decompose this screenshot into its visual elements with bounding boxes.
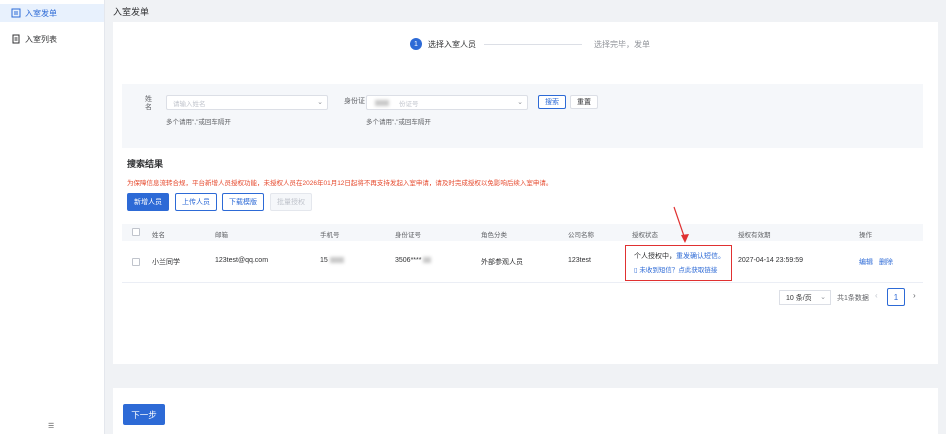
- resend-sms-link[interactable]: 重发确认短信。: [676, 253, 725, 260]
- page-title: 入室发单: [113, 7, 150, 17]
- warning-text: 为保障信息流转合规，平台新增人员授权功能，未授权人员在2026年01月12日起将…: [127, 180, 553, 187]
- chevron-down-icon: ⌄: [820, 294, 826, 301]
- step-1-label: 选择入室人员: [428, 39, 476, 49]
- row-divider: [122, 282, 923, 283]
- cell-email: 123test@qq.com: [215, 257, 269, 264]
- sidebar: 入室发单 入室列表 ☰: [0, 0, 105, 434]
- cell-name: 小兰同学: [152, 259, 180, 266]
- column-header-email: 邮箱: [215, 232, 228, 239]
- download-template-button[interactable]: 下载模版: [222, 193, 264, 211]
- step-1-number: 1: [410, 38, 422, 50]
- column-header-role: 角色分类: [481, 232, 507, 239]
- step-2-label: 选择完毕，发单: [594, 39, 650, 49]
- name-hint: 多个请用","或回车隔开: [166, 119, 231, 126]
- list-icon: [10, 34, 21, 45]
- column-header-phone: 手机号: [320, 232, 340, 239]
- prev-page-icon[interactable]: ‹: [875, 291, 878, 300]
- search-panel: [122, 84, 923, 148]
- name-input[interactable]: 请输入姓名 ⌄: [166, 95, 328, 110]
- row-checkbox[interactable]: [132, 258, 140, 266]
- add-person-button[interactable]: 新增人员: [127, 193, 169, 211]
- edit-link[interactable]: 编辑: [859, 257, 873, 267]
- annotation-arrow-icon: [673, 206, 689, 243]
- copy-icon: ▯: [634, 267, 638, 274]
- delete-link[interactable]: 删除: [879, 257, 893, 267]
- step-indicator: 1 选择入室人员 选择完毕，发单: [410, 38, 650, 50]
- column-header-auth-status: 授权状态: [632, 232, 658, 239]
- id-input[interactable]: 份证号 ⌄: [366, 95, 528, 110]
- column-header-id: 身份证号: [395, 232, 421, 239]
- total-count: 共1条数据: [837, 295, 869, 302]
- sidebar-item-label: 入室发单: [25, 8, 57, 18]
- page-number-button[interactable]: 1: [887, 288, 905, 306]
- auth-status-text: 个人授权中，: [634, 253, 676, 260]
- chevron-down-icon: ⌄: [517, 99, 523, 106]
- cell-role: 外部参观人员: [481, 259, 523, 266]
- step-divider: [484, 43, 582, 45]
- get-link-line[interactable]: ▯ 未收到短信？点此获取链接: [634, 264, 717, 274]
- blurred-text: [375, 99, 389, 106]
- home-icon: [10, 8, 21, 19]
- page-size-select[interactable]: 10 条/页 ⌄: [779, 290, 831, 305]
- upload-person-button[interactable]: 上传人员: [175, 193, 217, 211]
- batch-authorize-button[interactable]: 批量授权: [270, 193, 312, 211]
- search-button[interactable]: 搜索: [538, 95, 566, 109]
- column-header-actions: 操作: [859, 232, 872, 239]
- cell-company: 123test: [568, 257, 591, 264]
- sidebar-item-dispatch[interactable]: 入室发单: [0, 4, 104, 22]
- cell-id-number: 3506****: [395, 257, 432, 264]
- sidebar-item-list[interactable]: 入室列表: [0, 30, 104, 48]
- reset-button[interactable]: 重置: [570, 95, 598, 109]
- id-label: 身份证: [344, 98, 365, 105]
- sidebar-item-label: 入室列表: [25, 34, 57, 44]
- results-title: 搜索结果: [127, 159, 164, 169]
- id-hint: 多个请用","或回车隔开: [366, 119, 431, 126]
- name-label: 姓名: [145, 96, 152, 111]
- footer-bar: [113, 388, 938, 434]
- column-header-company: 公司名称: [568, 232, 594, 239]
- column-header-name: 姓名: [152, 232, 165, 239]
- collapse-icon[interactable]: ☰: [48, 422, 54, 430]
- next-step-button[interactable]: 下一步: [123, 404, 165, 425]
- select-all-checkbox[interactable]: [132, 228, 140, 236]
- column-header-expiry: 授权有效期: [738, 232, 771, 239]
- table-header: 姓名 邮箱 手机号 身份证号 角色分类 公司名称 授权状态 授权有效期 操作: [122, 224, 923, 241]
- cell-phone: 15: [320, 257, 344, 264]
- cell-expiry: 2027-04-14 23:59:59: [738, 257, 803, 264]
- next-page-icon[interactable]: ›: [913, 291, 916, 300]
- chevron-down-icon: ⌄: [317, 99, 323, 106]
- auth-status-line: 个人授权中，重发确认短信。: [634, 251, 725, 261]
